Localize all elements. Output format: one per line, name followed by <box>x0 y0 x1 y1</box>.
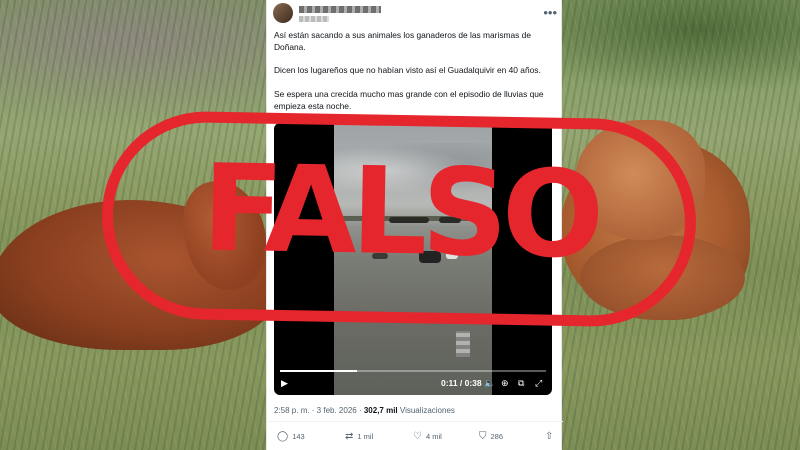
more-icon[interactable]: ••• <box>543 5 557 20</box>
views-count: 302,7 mil <box>363 406 398 415</box>
pixelated-watermark <box>456 331 470 357</box>
video-progress-fill <box>280 370 358 372</box>
divider <box>267 421 563 422</box>
views-label: Visualizaciones <box>399 406 455 415</box>
bookmark-button[interactable]: ⛉ 286 <box>479 431 503 442</box>
video-controls: ▶ 0:11 / 0:38 🔈 ⊕ ⧉ ⤢ <box>274 375 552 393</box>
reply-button[interactable]: ◯ 143 <box>277 431 305 442</box>
like-icon: ♡ <box>413 431 422 442</box>
video-time: 0:11 / 0:38 <box>441 378 482 388</box>
reply-count: 143 <box>292 432 305 441</box>
tweet-text-line-1: Así están sacando a sus animales los gan… <box>274 30 531 52</box>
repost-count: 1 mil <box>357 432 374 441</box>
blurred-handle <box>299 16 329 22</box>
tweet-datetime[interactable]: 2:58 p. m. · 3 feb. 2026 · <box>274 406 362 415</box>
tweet-text-line-3: Se espera una crecida mucho mas grande c… <box>274 89 544 111</box>
falso-stamp-label: FALSO <box>200 139 600 286</box>
like-button[interactable]: ♡ 4 mil <box>413 431 442 442</box>
bookmark-icon: ⛉ <box>479 431 487 442</box>
tweet-text-line-2: Dicen los lugareños que no habían visto … <box>274 65 541 75</box>
avatar[interactable] <box>273 3 293 23</box>
tweet-actions: ◯ 143 ⇄ 1 mil ♡ 4 mil ⛉ 286 ⇧ <box>267 428 563 446</box>
like-count: 4 mil <box>425 432 442 441</box>
repost-icon: ⇄ <box>345 431 354 442</box>
tweet-header: ••• <box>273 3 557 25</box>
pip-icon[interactable]: ⧉ <box>518 378 524 389</box>
bookmark-count: 286 <box>490 432 504 441</box>
captions-icon[interactable]: ⊕ <box>501 378 509 389</box>
share-icon: ⇧ <box>545 431 554 442</box>
reply-icon: ◯ <box>277 431 289 442</box>
blurred-display-name <box>299 6 381 13</box>
play-icon[interactable]: ▶ <box>281 378 288 389</box>
video-progress-bar[interactable] <box>280 370 546 372</box>
tweet-meta: 2:58 p. m. · 3 feb. 2026 · 302,7 mil Vis… <box>274 406 455 415</box>
share-button[interactable]: ⇧ <box>545 431 553 442</box>
volume-icon[interactable]: 🔈 <box>484 378 495 389</box>
fullscreen-icon[interactable]: ⤢ <box>535 378 542 389</box>
repost-button[interactable]: ⇄ 1 mil <box>345 431 373 442</box>
